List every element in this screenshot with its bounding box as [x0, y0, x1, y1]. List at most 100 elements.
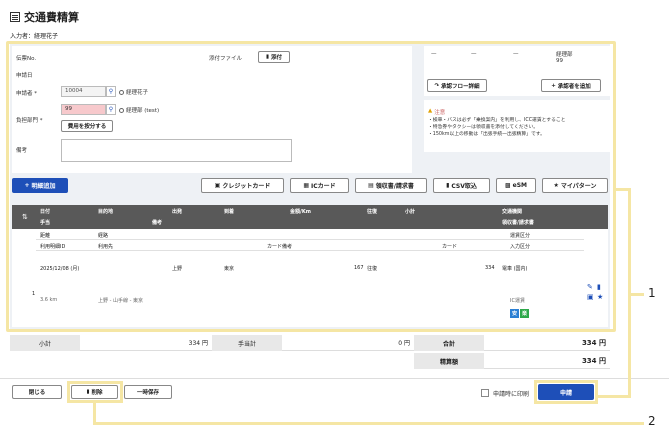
- col-amount: 金額/Km: [290, 209, 311, 215]
- slip-no-label: 伝票No.: [16, 56, 37, 62]
- row-subtotal: 334: [485, 265, 495, 271]
- delete-button[interactable]: ▮ 削除: [71, 385, 118, 399]
- applicant-name: 経理花子: [126, 90, 149, 96]
- star-icon: ★: [553, 182, 559, 189]
- add-approver-button[interactable]: + 承認者を追加: [541, 79, 601, 92]
- col-receipt: 領収書/請求書: [502, 220, 534, 226]
- col-remarks: 備考: [152, 220, 163, 226]
- grid-subheader-2: [36, 240, 584, 251]
- flow-icon: ↷: [434, 82, 440, 89]
- user-icon: [119, 107, 124, 113]
- settle-label: 精算額: [414, 353, 484, 369]
- row-to[interactable]: 東京: [224, 265, 234, 272]
- csv-import-button[interactable]: ▮ CSV取込: [433, 178, 490, 193]
- badge-eco: 楽: [520, 309, 529, 318]
- file-icon: ▮: [446, 182, 450, 189]
- col-usage-id: 利用明細ID: [40, 244, 66, 250]
- warning-icon: ▲: [428, 108, 433, 114]
- row-transport[interactable]: 電車 (国内): [502, 265, 528, 272]
- close-button[interactable]: 閉じる: [12, 385, 62, 399]
- row-from[interactable]: 上野: [172, 265, 182, 272]
- col-card: カード: [442, 244, 458, 250]
- col-departure: 出発: [172, 209, 183, 215]
- note-line-3: ・150km以上の移動は「出張手続一出張精算」です。: [428, 132, 545, 137]
- dept-label: 負担部門 *: [16, 118, 43, 124]
- card-icon: ▣: [214, 182, 221, 189]
- attach-button[interactable]: ▮ 添付: [258, 51, 290, 63]
- allowance-value: 0 円: [282, 335, 414, 351]
- remarks-textarea[interactable]: [61, 139, 292, 162]
- copy-icon[interactable]: ▣: [587, 293, 594, 301]
- col-distance: 距離: [40, 233, 51, 239]
- grid-subheader-1: [36, 229, 584, 240]
- note-title: 注意: [434, 110, 446, 116]
- col-vendor: 利用先: [98, 244, 114, 250]
- col-round-trip: 往復: [367, 209, 378, 215]
- receipt-button[interactable]: ▤ 領収書/請求書: [355, 178, 427, 193]
- sort-icon[interactable]: ⇅: [22, 213, 28, 221]
- search-icon[interactable]: ⚲: [106, 86, 116, 97]
- user-icon: [119, 89, 124, 95]
- col-card-remarks: カード備考: [267, 244, 293, 250]
- approval-flow-button[interactable]: ↷ 承認フロー詳細: [427, 79, 487, 92]
- applicant-code-field[interactable]: 10004: [61, 86, 106, 97]
- receipt-icon: ▤: [368, 182, 374, 189]
- total-value: 334 円: [484, 335, 610, 351]
- ic-card-button[interactable]: ▦ ICカード: [290, 178, 349, 193]
- remarks-label: 備考: [16, 148, 28, 154]
- apply-date-label: 申請日: [16, 73, 33, 79]
- settle-value: 334 円: [484, 353, 610, 369]
- note-line-2: ・特急券やタクシーは領収書を添付してください。: [428, 125, 539, 130]
- star-icon[interactable]: ★: [597, 293, 603, 301]
- total-label: 合計: [414, 335, 484, 351]
- dept-name: 経理部 (test): [126, 108, 160, 114]
- footer-divider: [0, 378, 669, 379]
- summary-table: 小計 334 円 手当計 0 円 合計 334 円 精算額 334 円: [10, 335, 610, 371]
- row-fare-type: IC運賃: [510, 298, 525, 304]
- my-pattern-button[interactable]: ★ マイパターン: [542, 178, 608, 193]
- save-draft-button[interactable]: 一時保存: [124, 385, 172, 399]
- callout-1-line-bottom: [598, 395, 631, 398]
- trash-icon: ▮: [86, 389, 90, 395]
- print-label: 申請時に印刷: [493, 391, 530, 398]
- row-distance: 3.6 km: [40, 297, 58, 303]
- callout-2-line-vertical: [93, 403, 96, 424]
- paperclip-icon: ▮: [265, 54, 269, 60]
- callout-2-line-horizontal: [93, 422, 644, 425]
- submit-button[interactable]: 申請: [538, 384, 594, 400]
- edit-icon[interactable]: ✎: [587, 283, 593, 291]
- row-date[interactable]: 2025/12/08 (月): [40, 265, 79, 272]
- callout-number-1: 1: [648, 286, 656, 300]
- col-subtotal: 小計: [405, 209, 416, 215]
- split-cost-button[interactable]: 費用を按分する: [61, 120, 113, 132]
- row-amount[interactable]: 167: [354, 265, 364, 271]
- page-title: 交通費精算: [10, 9, 79, 25]
- col-date: 日付: [40, 209, 51, 215]
- approval-cell-1: —: [431, 51, 437, 57]
- note-panel: ▲ 注意 ・検車・バスは必ず「乗換案内」を利用し、ICC運賃とすること ・特急券…: [424, 100, 610, 152]
- col-allowance: 手当: [40, 220, 51, 226]
- dept-code-field[interactable]: 99: [61, 104, 106, 115]
- col-route: 経路: [98, 233, 109, 239]
- attach-label: 添付ファイル: [209, 56, 243, 62]
- badge-safe: 安: [510, 309, 519, 318]
- subtotal-label: 小計: [10, 335, 80, 351]
- esm-button[interactable]: ▩ eSM: [496, 178, 536, 193]
- row-round-trip[interactable]: 往復: [367, 265, 377, 272]
- search-icon[interactable]: ⚲: [106, 104, 116, 115]
- applicant-label: 申請者 *: [16, 91, 37, 97]
- callout-number-2: 2: [648, 414, 656, 428]
- col-transport: 交通機関: [502, 209, 523, 215]
- add-detail-button[interactable]: + 明細追加: [12, 178, 68, 193]
- col-destination: 目的地: [98, 209, 114, 215]
- approval-cell-3: —: [513, 51, 519, 57]
- form-panel: 伝票No. 申請日 申請者 * 10004 ⚲ 経理花子 負担部門 * 99 ⚲…: [12, 46, 412, 173]
- plus-icon: +: [24, 182, 30, 189]
- trash-icon[interactable]: ▮: [597, 283, 601, 291]
- col-input-type: 入力区分: [510, 244, 531, 250]
- detail-grid: ⇅ 日付 目的地 出発 到着 金額/Km 往復 小計 交通機関 手当 備考 領収…: [12, 205, 608, 327]
- credit-card-button[interactable]: ▣ クレジットカード: [201, 178, 284, 193]
- print-checkbox[interactable]: [481, 389, 489, 397]
- plus-icon: +: [551, 82, 556, 89]
- subtotal-value: 334 円: [80, 335, 212, 351]
